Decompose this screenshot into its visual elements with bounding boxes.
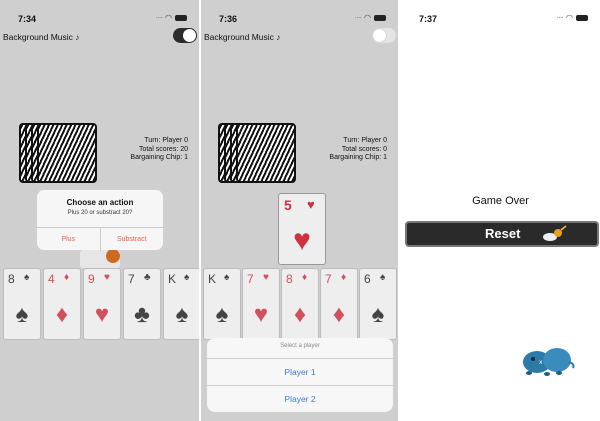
battery-icon [576,14,588,21]
total-scores-text: Total scores: 0 [341,145,387,153]
background-music-label: Background Music ♪ [204,32,281,42]
hand-card[interactable]: 8 ♠ ♠ [3,268,41,340]
bargaining-chip-text: Bargaining Chip: 1 [130,154,188,161]
plus-button[interactable]: Plus [37,228,100,251]
status-icons: ···· ◠ [354,13,386,22]
spade-icon: ♠ [380,272,386,283]
card-rank: 7 [128,272,135,286]
signal-icon: ···· [155,13,163,22]
signal-icon: ···· [354,13,362,22]
dialog-message: Plus 20 or substract 20? [67,210,133,216]
hand-card[interactable]: K ♠ ♠ [203,268,241,340]
bomb-icon [543,225,567,241]
heart-icon: ♥ [94,301,110,328]
hand-card[interactable]: 9 ♥ ♥ [83,268,121,340]
card-rank: 8 [8,272,15,286]
hand-card[interactable]: 7 ♥ ♥ [242,268,280,340]
club-icon: ♣ [144,272,151,283]
diamond-icon: ♦ [55,301,69,328]
played-card: 5 ♥ ♥ [278,193,326,265]
music-note-icon: ♪ [75,32,80,42]
card-rank: K [168,272,177,286]
action-dialog: Choose an action Plus 20 or substract 20… [37,190,164,251]
character-icon [106,249,120,263]
status-time: 7:34 [18,14,37,24]
reset-button[interactable]: Reset [405,221,599,247]
hand-card[interactable]: 8 ♦ ♦ [281,268,319,340]
screen-1-choose-action: 7:34 ···· ◠ Background Music ♪ Turn: Pla… [0,0,199,421]
diamond-icon: ♦ [302,272,308,283]
diamond-icon: ♦ [341,272,347,283]
card-rank: 6 [364,272,371,286]
hand-card[interactable]: 7 ♣ ♣ [123,268,161,340]
diamond-icon: ♦ [64,272,70,283]
turn-text: Turn: Player 0 [343,137,387,144]
card-rank: 8 [286,272,293,286]
hand-card[interactable]: 7 ♦ ♦ [320,268,358,340]
hand-card[interactable]: K ♠ ♠ [163,268,199,340]
heart-icon: ♥ [293,224,311,257]
spade-icon: ♠ [184,272,190,283]
music-note-icon: ♪ [276,32,281,42]
blue-piggy-icon: x [523,348,575,376]
heart-icon: ♥ [307,197,315,212]
diamond-icon: ♦ [332,301,346,328]
select-player-sheet: Select a player Player 1 Player 2 [207,338,393,412]
background-music-label: Background Music ♪ [3,32,80,42]
battery-icon [374,14,386,21]
club-icon: ♣ [134,301,150,328]
spade-icon: ♠ [224,272,230,283]
signal-icon: ···· [556,13,564,22]
reset-label: Reset [485,226,521,241]
battery-icon [175,14,187,21]
game-over-text: Game Over [472,195,529,207]
heart-icon: ♥ [253,301,269,328]
score-info: Turn: Player 0 Total scores: 0 Bargainin… [305,137,387,163]
spade-icon: ♠ [15,301,29,328]
card-rank: 9 [88,272,95,286]
wifi-icon: ◠ [566,13,573,22]
player-2-button[interactable]: Player 2 [207,385,393,412]
dialog-title: Choose an action [66,198,134,207]
spade-icon: ♠ [175,301,189,328]
card-rank: 7 [325,272,332,286]
screen-2-select-player: 7:36 ···· ◠ Background Music ♪ Turn: Pla… [201,0,398,421]
substract-button[interactable]: Substract [99,228,164,251]
played-card-rank: 5 [284,197,292,213]
score-info: Turn: Player 0 Total scores: 20 Bargaini… [106,137,188,163]
card-rank: 4 [48,272,55,286]
sheet-title: Select a player [280,343,320,349]
card-rank: K [208,272,217,286]
heart-icon: ♥ [104,272,110,283]
bargaining-chip-text: Bargaining Chip: 1 [329,154,387,161]
player-1-button[interactable]: Player 1 [207,358,393,385]
heart-icon: ♥ [263,272,269,283]
status-time: 7:36 [219,14,238,24]
music-toggle[interactable] [173,28,197,43]
total-scores-text: Total scores: 20 [138,145,188,153]
spade-icon: ♠ [371,301,385,328]
status-icons: ···· ◠ [556,13,588,22]
screen-3-game-over: 7:37 ···· ◠ Game Over Reset x [401,0,600,421]
spade-icon: ♠ [24,272,30,283]
card-rank: 7 [247,272,254,286]
spade-icon: ♠ [215,301,229,328]
hand-card[interactable]: 4 ♦ ♦ [43,268,81,340]
wifi-icon: ◠ [165,13,172,22]
status-icons: ···· ◠ [155,13,187,22]
hand-card[interactable]: 6 ♠ ♠ [359,268,397,340]
svg-text:x: x [539,359,543,366]
wifi-icon: ◠ [364,13,371,22]
turn-text: Turn: Player 0 [144,137,188,144]
diamond-icon: ♦ [293,301,307,328]
music-toggle[interactable] [372,28,396,43]
status-time: 7:37 [419,14,438,24]
